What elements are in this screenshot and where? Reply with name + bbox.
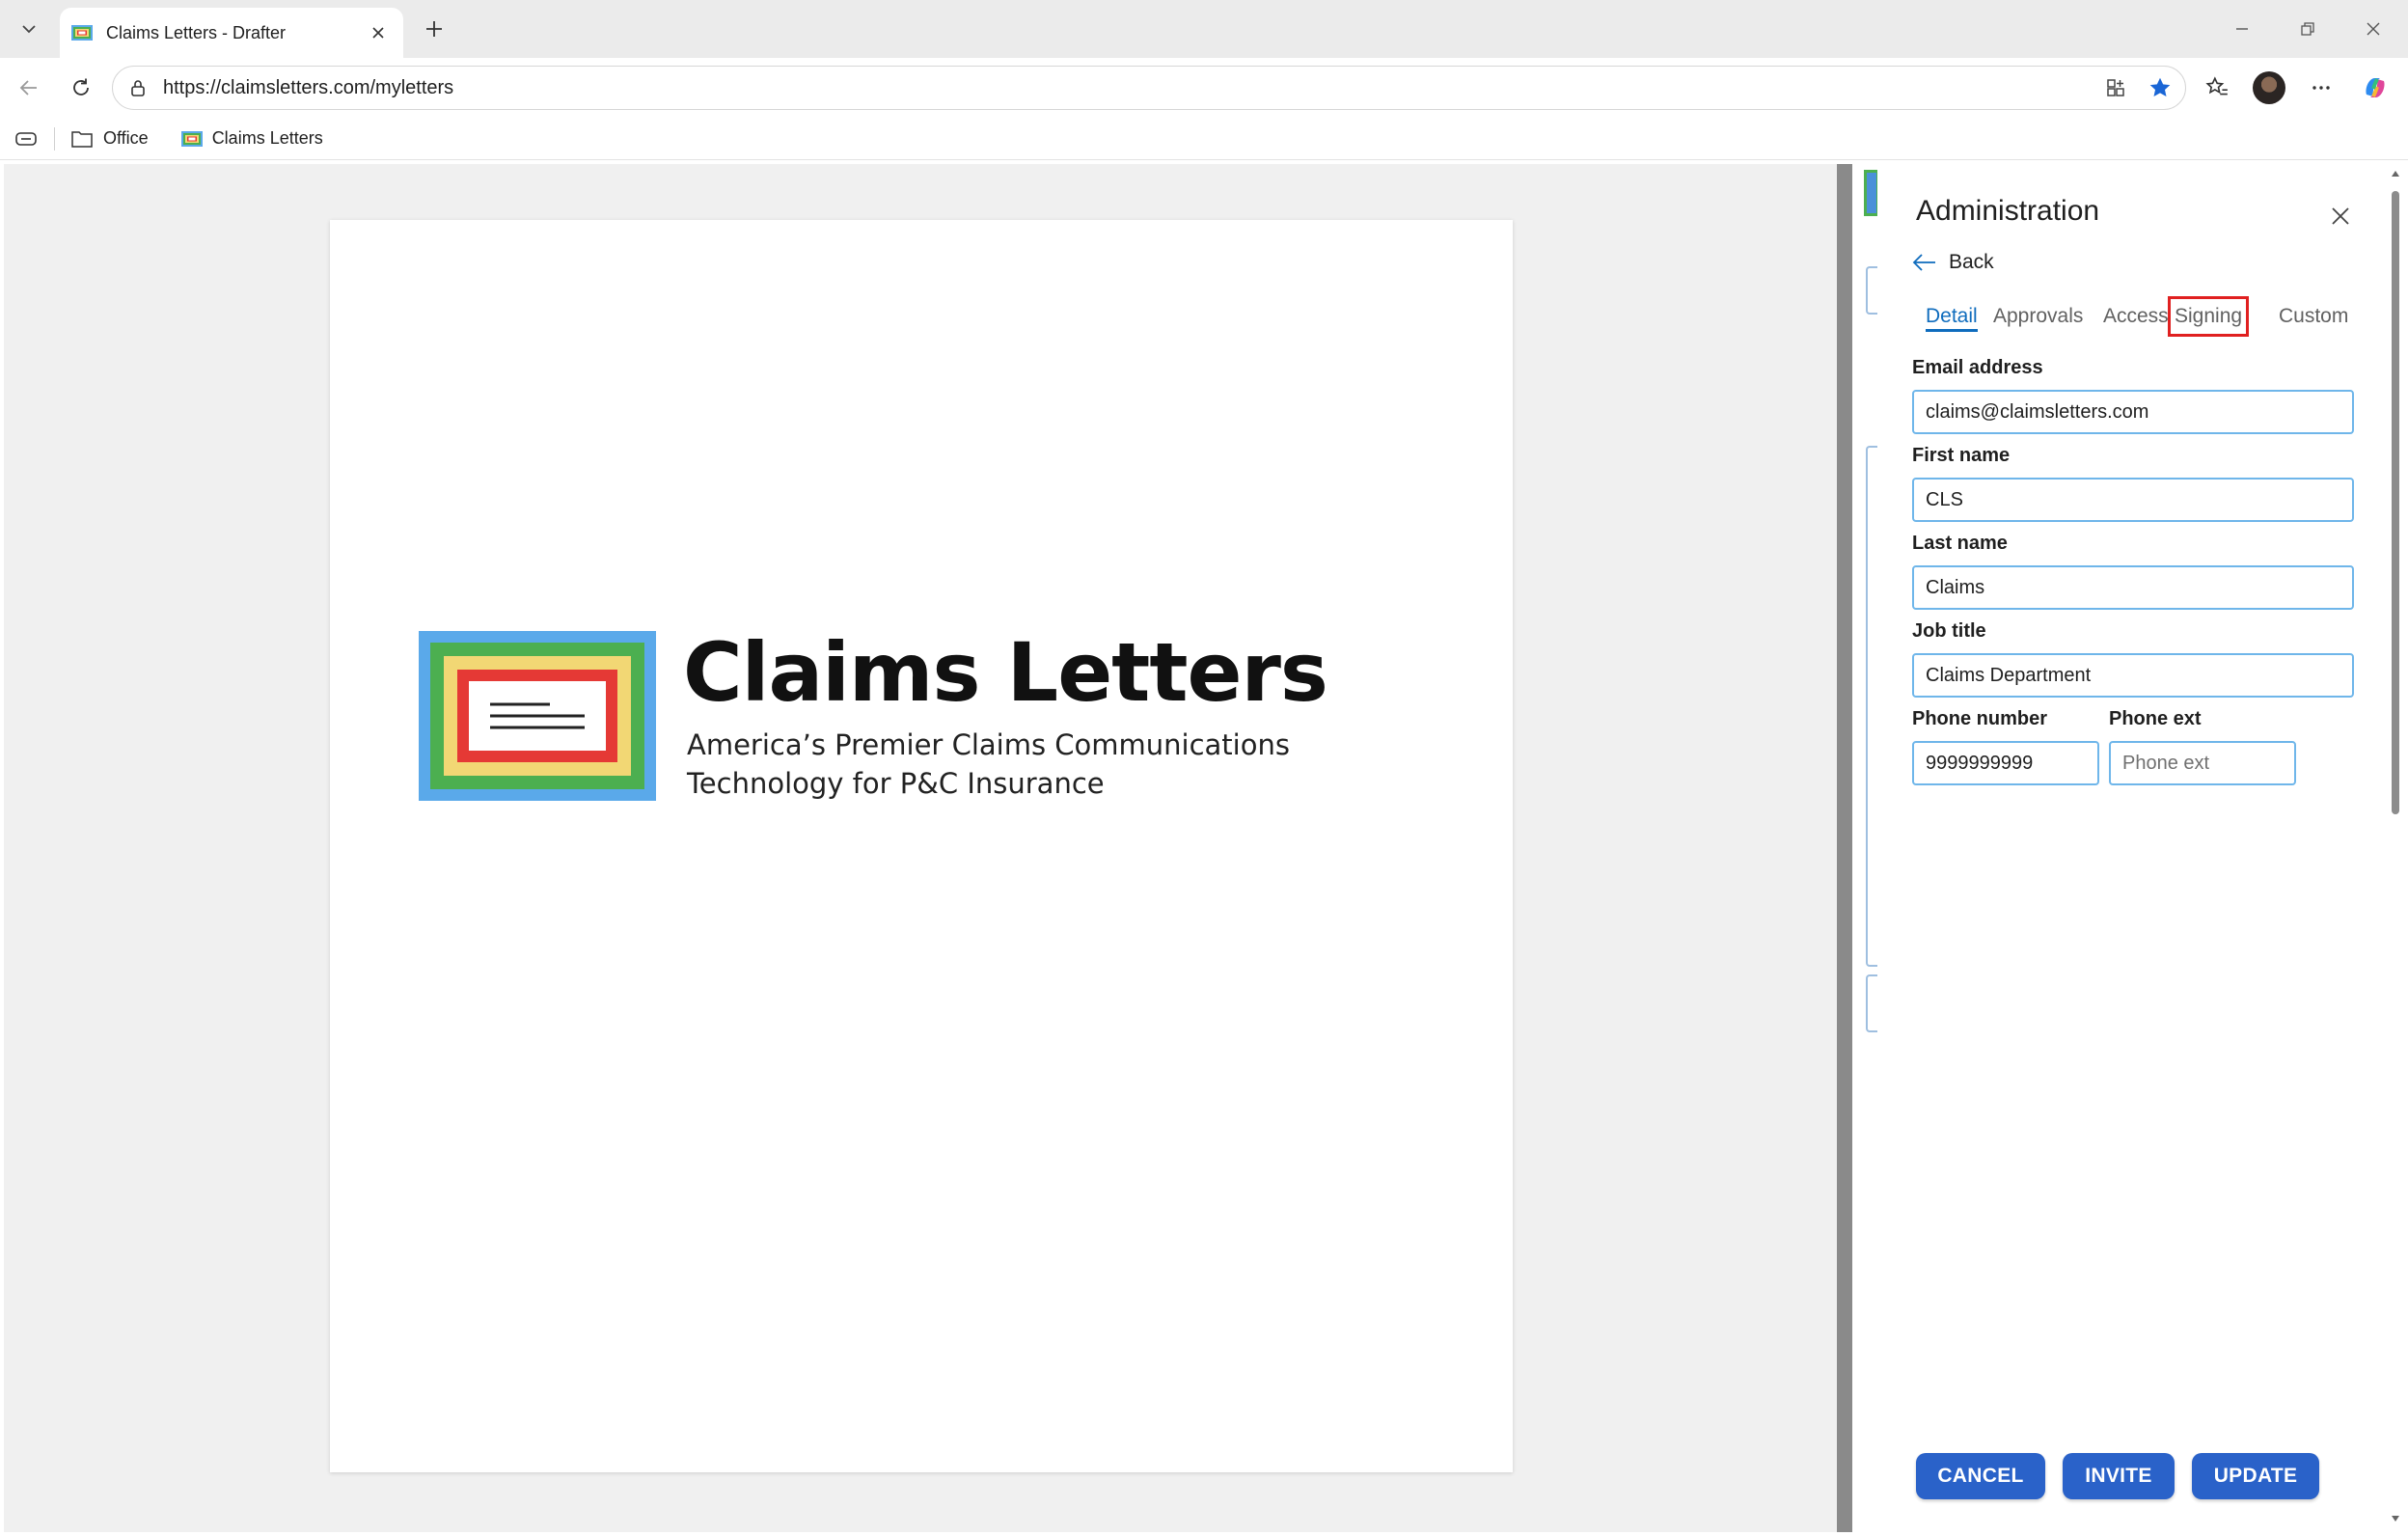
bookmark-office[interactable]: Office <box>70 128 149 149</box>
tab-custom[interactable]: Custom <box>2275 299 2352 334</box>
browser-toolbar: https://claimsletters.com/myletters <box>0 58 2408 118</box>
job-title-field[interactable] <box>1912 653 2354 698</box>
profile-button[interactable] <box>2248 68 2290 108</box>
lock-icon[interactable] <box>126 76 150 99</box>
tab-actions-menu-button[interactable] <box>10 12 48 46</box>
bookmarks-divider <box>54 126 55 151</box>
bookmark-label: Claims Letters <box>211 128 323 148</box>
back-button[interactable]: Back <box>1912 251 1994 274</box>
last-name-label: Last name <box>1912 533 2008 554</box>
panel-splitter[interactable] <box>1837 164 1852 1532</box>
address-bar[interactable]: https://claimsletters.com/myletters <box>112 66 2186 110</box>
refresh-button[interactable] <box>60 68 102 108</box>
scroll-up-icon[interactable] <box>2390 168 2401 179</box>
cancel-button[interactable]: CANCEL <box>1916 1453 2045 1499</box>
minimize-icon <box>2236 28 2248 30</box>
brand-name: Claims Letters <box>683 625 1328 720</box>
panel-title: Administration <box>1916 195 2100 227</box>
copilot-button[interactable] <box>2354 68 2396 108</box>
bookmark-label: Office <box>103 128 149 148</box>
underlying-panel-edge <box>1852 164 1885 1532</box>
back-nav-button[interactable] <box>8 68 50 108</box>
last-name-field[interactable] <box>1912 565 2354 610</box>
close-icon <box>2332 207 2349 225</box>
claims-letters-logo <box>419 631 656 801</box>
close-icon <box>2367 22 2380 36</box>
restore-button[interactable] <box>2285 12 2331 46</box>
first-name-label: First name <box>1912 445 2011 466</box>
bookmark-claims-letters[interactable]: Claims Letters <box>180 128 323 149</box>
new-tab-button[interactable] <box>415 12 453 46</box>
letter-document-page: Claims Letters America’s Premier Claims … <box>330 220 1513 1472</box>
plus-icon <box>426 21 442 37</box>
scrollbar-thumb[interactable] <box>2392 191 2399 814</box>
tab-detail[interactable]: Detail <box>1922 299 1982 334</box>
phone-ext-label: Phone ext <box>2109 708 2202 729</box>
restore-icon <box>2301 22 2314 36</box>
arrow-left-icon <box>19 80 37 96</box>
administration-panel: Administration Back Detail Approvals Acc… <box>1877 164 2404 1532</box>
claims-letters-favicon <box>180 130 203 147</box>
close-window-button[interactable] <box>2350 12 2396 46</box>
collections-icon <box>15 131 37 146</box>
browser-tab-bar: Claims Letters - Drafter <box>0 0 2408 58</box>
minimize-button[interactable] <box>2219 12 2265 46</box>
favorites-button[interactable] <box>2196 68 2238 108</box>
phone-number-label: Phone number <box>1912 708 2048 729</box>
job-title-label: Job title <box>1912 620 1986 642</box>
folder-icon <box>70 129 94 149</box>
tab-title: Claims Letters - Drafter <box>106 22 287 42</box>
app-available-button[interactable] <box>2096 69 2135 107</box>
star-filled-icon <box>2149 77 2171 96</box>
apps-icon <box>2107 79 2124 96</box>
favorite-star-button[interactable] <box>2141 69 2179 107</box>
back-label: Back <box>1949 251 1994 273</box>
tab-signing[interactable]: Signing <box>2167 296 2250 337</box>
tab-access[interactable]: Access <box>2099 299 2173 334</box>
more-horizontal-icon <box>2312 86 2330 90</box>
panel-scrollbar[interactable] <box>2387 168 2404 1528</box>
arrow-left-icon <box>1912 252 1937 273</box>
close-icon <box>372 27 384 39</box>
bookmarks-bar: Office Claims Letters <box>0 118 2408 160</box>
page-viewport: Claims Letters America’s Premier Claims … <box>4 164 2404 1532</box>
tab-approvals[interactable]: Approvals <box>1989 299 2087 334</box>
chevron-down-icon <box>22 25 36 34</box>
first-name-field[interactable] <box>1912 478 2354 522</box>
email-field[interactable] <box>1912 390 2354 434</box>
favorites-list-icon <box>2205 76 2228 96</box>
tagline-line-2: Technology for P&C Insurance <box>687 767 1105 800</box>
claims-letters-favicon <box>71 25 93 41</box>
copilot-icon <box>2366 78 2385 97</box>
url-text[interactable]: https://claimsletters.com/myletters <box>163 77 2096 99</box>
refresh-icon <box>73 78 89 96</box>
tagline-line-1: America’s Premier Claims Communications <box>687 728 1290 761</box>
collections-button[interactable] <box>14 128 39 150</box>
phone-number-field[interactable] <box>1912 741 2099 785</box>
scroll-down-icon[interactable] <box>2390 1513 2401 1524</box>
brand-tagline: America’s Premier Claims Communications … <box>687 726 1290 803</box>
more-options-button[interactable] <box>2300 68 2342 108</box>
browser-tab[interactable]: Claims Letters - Drafter <box>60 8 403 58</box>
phone-ext-field[interactable] <box>2109 741 2296 785</box>
email-label: Email address <box>1912 357 2043 378</box>
invite-button[interactable]: INVITE <box>2063 1453 2175 1499</box>
update-button[interactable]: UPDATE <box>2192 1453 2319 1499</box>
avatar <box>2253 71 2285 104</box>
close-panel-button[interactable] <box>2323 199 2358 233</box>
tab-close-button[interactable] <box>365 19 392 46</box>
